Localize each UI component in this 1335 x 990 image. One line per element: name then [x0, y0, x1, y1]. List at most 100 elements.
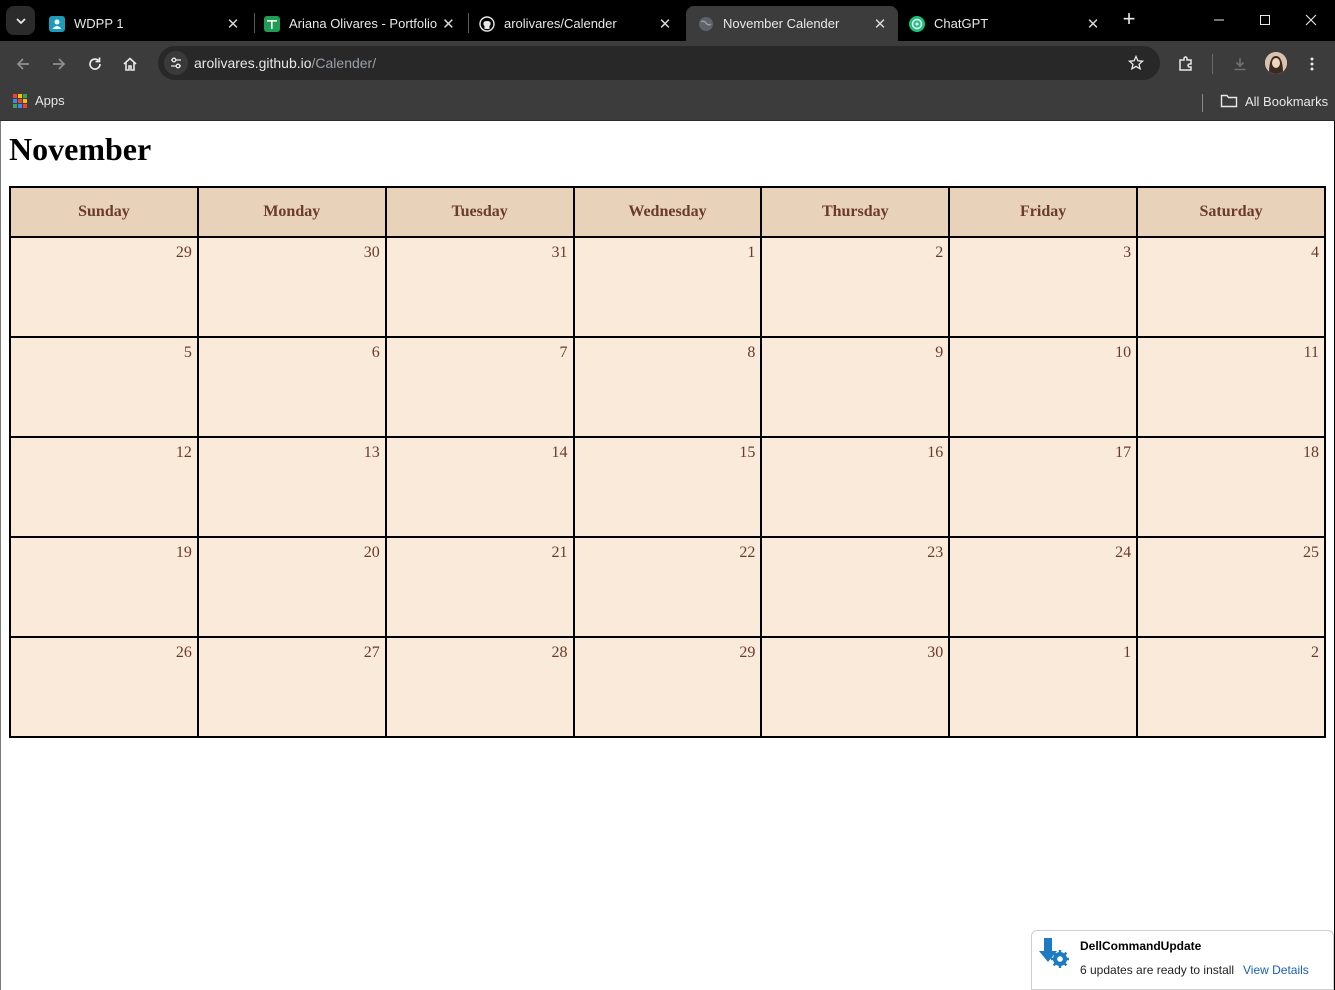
day-cell: 26 [9, 636, 199, 738]
tab-portfolio[interactable]: Ariana Olivares - Portfolio ( ✕ [252, 6, 466, 41]
more-vertical-icon [1310, 57, 1314, 71]
bookmarks-bar: Apps All Bookmarks [0, 86, 1335, 121]
day-cell: 11 [1136, 336, 1326, 438]
day-cell: 2 [1136, 636, 1326, 738]
close-icon[interactable]: ✕ [870, 14, 890, 34]
forward-button[interactable] [46, 51, 72, 77]
weekday-header: Friday [948, 186, 1139, 238]
url-text: arolivares.github.io/Calender/ [194, 55, 376, 71]
close-icon[interactable]: ✕ [223, 14, 243, 34]
all-bookmarks-button[interactable]: All Bookmarks [1220, 93, 1328, 109]
apps-grid-icon [13, 93, 27, 108]
github-icon [479, 15, 495, 32]
week-row: 29 30 31 1 2 3 4 [9, 236, 1326, 338]
home-button[interactable] [117, 51, 143, 77]
site-info-button[interactable] [164, 51, 188, 75]
day-cell: 25 [1136, 536, 1326, 638]
page-title: November [9, 131, 152, 167]
day-cell: 17 [948, 436, 1139, 538]
address-bar[interactable]: arolivares.github.io/Calender/ [158, 46, 1160, 80]
day-cell: 28 [384, 636, 575, 738]
weekday-header: Wednesday [572, 186, 763, 238]
notification-message: 6 updates are ready to install [1080, 963, 1235, 977]
day-cell: 1 [572, 236, 763, 338]
extensions-button[interactable] [1173, 51, 1199, 77]
tab-search-button[interactable] [6, 6, 35, 35]
tab-chatgpt[interactable]: ChatGPT ✕ [897, 6, 1111, 41]
day-cell: 14 [384, 436, 575, 538]
page-content: November Sunday Monday Tuesday Wednesday… [1, 121, 1334, 990]
tab-wdpp[interactable]: WDPP 1 ✕ [37, 6, 251, 41]
weekday-header: Tuesday [384, 186, 575, 238]
downloads-button[interactable] [1227, 51, 1253, 77]
day-cell: 18 [1136, 436, 1326, 538]
dell-update-icon [1036, 935, 1072, 971]
tune-icon [171, 57, 181, 69]
tab-title: November Calender [723, 16, 840, 31]
browser-menu-button[interactable] [1299, 51, 1325, 77]
day-cell: 24 [948, 536, 1139, 638]
folder-icon [1220, 94, 1238, 108]
day-cell: 23 [760, 536, 951, 638]
day-cell: 29 [9, 236, 199, 338]
apps-label: Apps [35, 93, 65, 108]
tab-github[interactable]: arolivares/Calender ✕ [467, 6, 683, 41]
day-cell: 1 [948, 636, 1139, 738]
chevron-down-icon [15, 17, 26, 24]
day-cell: 31 [384, 236, 575, 338]
new-tab-button[interactable]: + [1117, 8, 1141, 32]
close-icon[interactable]: ✕ [1083, 14, 1103, 34]
tab-november-calender[interactable]: November Calender ✕ [686, 6, 898, 41]
view-details-link[interactable]: View Details [1243, 963, 1309, 977]
day-cell: 27 [196, 636, 387, 738]
forward-arrow-icon [53, 58, 66, 70]
reload-button[interactable] [82, 51, 108, 77]
day-cell: 3 [948, 236, 1139, 338]
day-cell: 16 [760, 436, 951, 538]
close-icon[interactable]: ✕ [439, 14, 458, 34]
profile-avatar[interactable] [1265, 52, 1287, 74]
day-cell: 29 [572, 636, 763, 738]
day-cell: 7 [384, 336, 575, 438]
day-cell: 6 [196, 336, 387, 438]
week-row: 12 13 14 15 16 17 18 [9, 436, 1326, 538]
day-cell: 30 [760, 636, 951, 738]
tab-strip: WDPP 1 ✕ Ariana Olivares - Portfolio ( ✕… [0, 0, 1335, 41]
sheets-icon [264, 15, 280, 32]
weekday-header: Sunday [9, 186, 199, 238]
weekday-header: Thursday [760, 186, 951, 238]
day-cell: 21 [384, 536, 575, 638]
notification-title: DellCommandUpdate [1080, 939, 1202, 953]
minimize-button[interactable] [1196, 0, 1242, 40]
close-window-button[interactable] [1288, 0, 1334, 40]
day-cell: 5 [9, 336, 199, 438]
reload-icon [89, 57, 101, 70]
day-cell: 4 [1136, 236, 1326, 338]
home-icon [123, 57, 137, 71]
apps-bookmark[interactable]: Apps [13, 93, 65, 108]
day-cell: 10 [948, 336, 1139, 438]
url-path: /Calender/ [311, 55, 377, 71]
toolbar-divider [1212, 54, 1213, 74]
download-icon [1234, 58, 1246, 71]
back-arrow-icon [16, 58, 29, 70]
close-icon [1305, 14, 1317, 26]
close-icon[interactable]: ✕ [655, 14, 675, 34]
day-cell: 20 [196, 536, 387, 638]
weekday-header: Saturday [1136, 186, 1326, 238]
day-cell: 8 [572, 336, 763, 438]
maximize-button[interactable] [1242, 0, 1288, 40]
day-cell: 19 [9, 536, 199, 638]
day-cell: 2 [760, 236, 951, 338]
tab-title: arolivares/Calender [504, 16, 617, 31]
dell-update-notification[interactable]: DellCommandUpdate 6 updates are ready to… [1031, 930, 1334, 990]
minimize-icon [1214, 19, 1224, 21]
all-bookmarks-label: All Bookmarks [1245, 93, 1329, 109]
tab-title: ChatGPT [934, 16, 989, 31]
week-row: 5 6 7 8 9 10 11 [9, 336, 1326, 438]
back-button[interactable] [10, 51, 36, 77]
avatar-icon [1265, 52, 1287, 74]
day-cell: 15 [572, 436, 763, 538]
browser-toolbar: arolivares.github.io/Calender/ [0, 41, 1335, 86]
bookmark-star-button[interactable] [1126, 53, 1146, 73]
